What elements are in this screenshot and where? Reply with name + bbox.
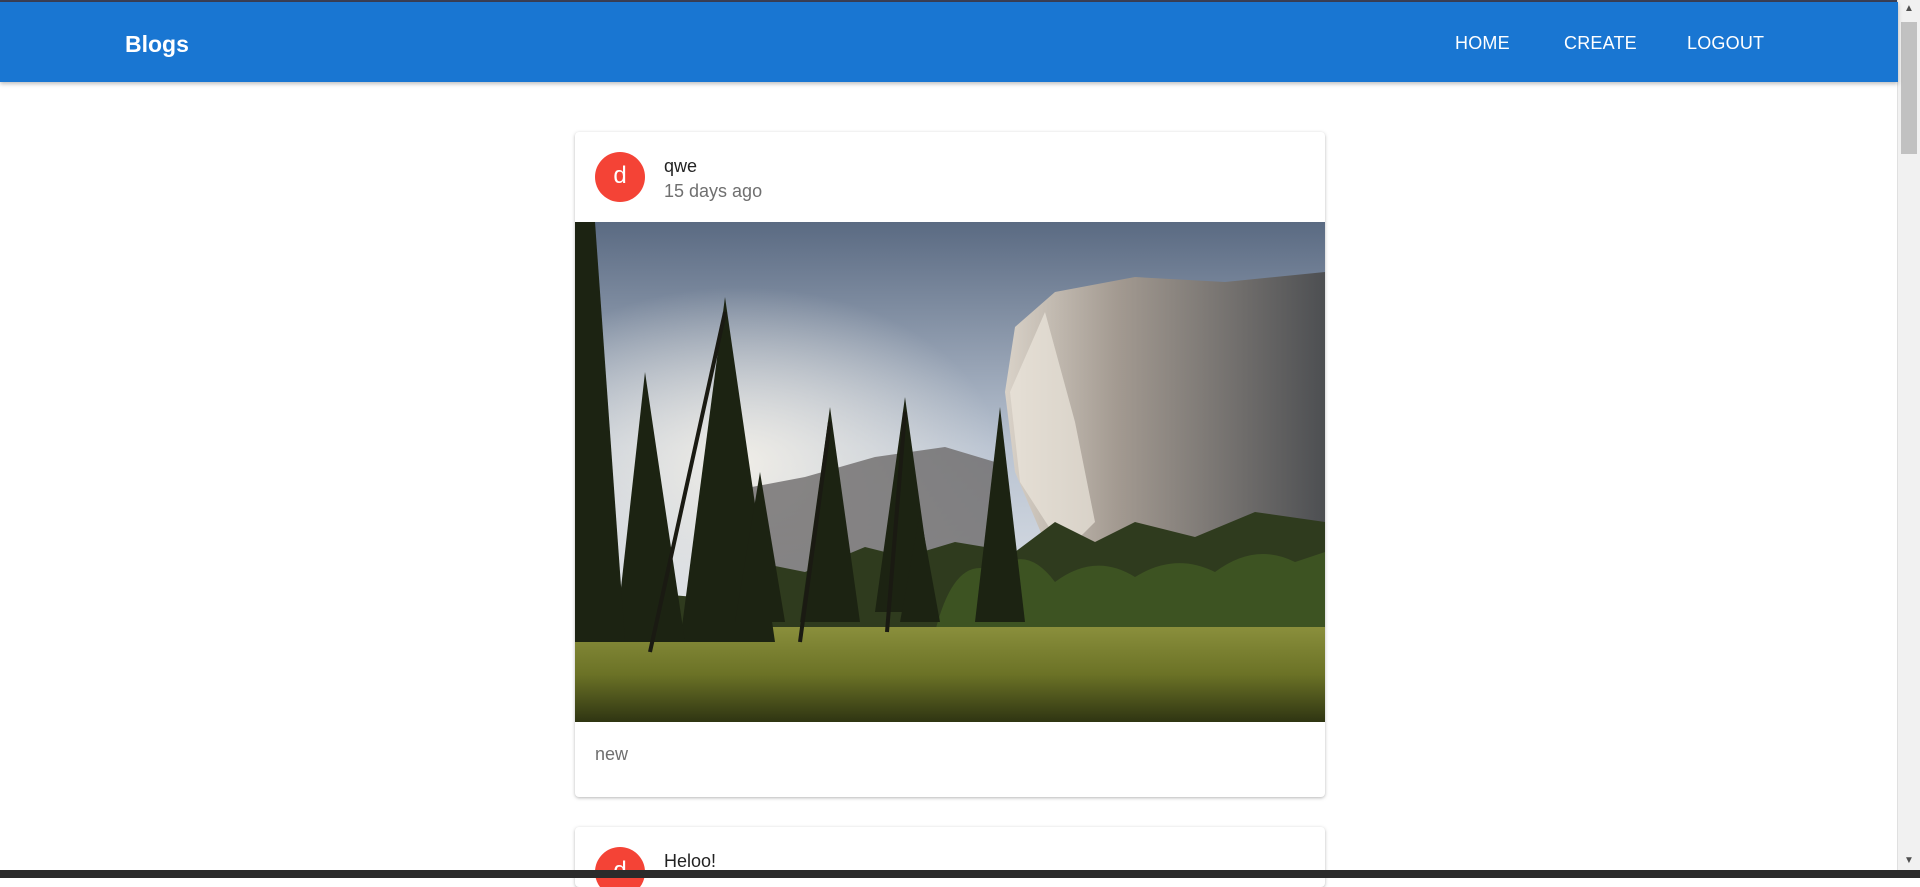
scroll-down-icon[interactable]: ▼ xyxy=(1898,852,1920,870)
avatar: d xyxy=(595,152,645,202)
post-card: d qwe 15 days ago new xyxy=(575,132,1325,797)
scroll-thumb[interactable] xyxy=(1901,22,1917,154)
post-timestamp: 15 days ago xyxy=(664,181,763,201)
post-body: new xyxy=(595,744,629,764)
avatar: d xyxy=(595,847,645,887)
post-card: d Heloo! xyxy=(575,827,1325,887)
post-header: d qwe 15 days ago xyxy=(575,132,1325,222)
post-title: Heloo! xyxy=(664,851,717,871)
post-header: d Heloo! xyxy=(575,827,1325,887)
nav-logout-button[interactable]: LOGOUT xyxy=(1677,24,1774,62)
mountain-forest-photo xyxy=(575,222,1325,722)
post-title: qwe xyxy=(664,156,698,176)
nav-home-button[interactable]: HOME xyxy=(1445,24,1520,62)
post-image xyxy=(575,222,1325,722)
vertical-scrollbar[interactable]: ▲ ▼ xyxy=(1897,0,1920,870)
taskbar-edge xyxy=(0,870,1920,878)
nav-create-button[interactable]: CREATE xyxy=(1554,24,1647,62)
scroll-up-icon[interactable]: ▲ xyxy=(1898,0,1920,18)
app-title[interactable]: Blogs xyxy=(125,2,189,82)
app-bar: Blogs HOME CREATE LOGOUT xyxy=(0,2,1898,82)
